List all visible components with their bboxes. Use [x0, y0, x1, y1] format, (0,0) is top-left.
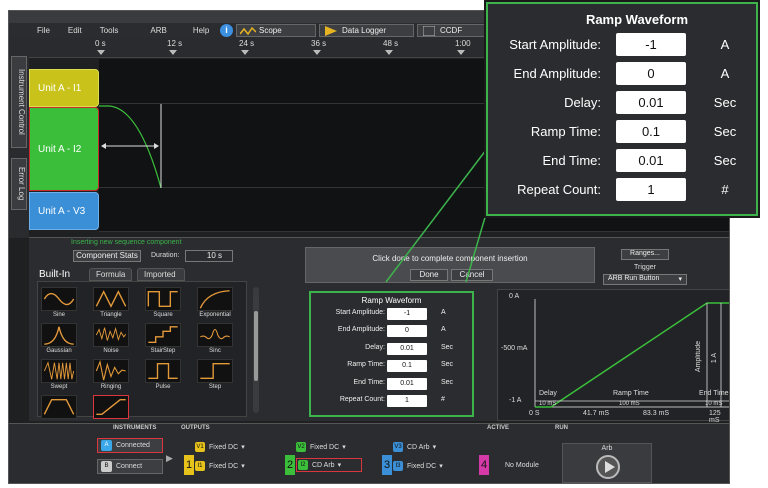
ramp-waveform-callout: Ramp Waveform Start Amplitude: -1 A End Am… — [486, 2, 758, 216]
callout-ramp-time[interactable]: 0.1 — [616, 120, 686, 143]
callout-row-endtime: End Time: 0.01 Sec — [488, 147, 756, 175]
callout-row-repeat: Repeat Count: 1 # — [488, 176, 756, 204]
callout-unit: Sec — [713, 124, 737, 139]
connector-line-top — [385, 149, 487, 283]
callout-label: Repeat Count: — [517, 182, 601, 197]
callout-label: End Time: — [542, 153, 601, 168]
callout-end-time[interactable]: 0.01 — [616, 149, 686, 172]
callout-label: End Amplitude: — [513, 66, 601, 81]
callout-unit: # — [721, 182, 729, 197]
callout-title: Ramp Waveform — [585, 12, 689, 27]
callout-unit: A — [720, 66, 730, 81]
callout-row-start: Start Amplitude: -1 A — [488, 31, 756, 59]
callout-unit: A — [720, 37, 730, 52]
callout-row-end: End Amplitude: 0 A — [488, 60, 756, 88]
callout-label: Start Amplitude: — [509, 37, 601, 52]
callout-row-ramptime: Ramp Time: 0.1 Sec — [488, 118, 756, 146]
callout-unit: Sec — [713, 95, 737, 110]
callout-end-amplitude[interactable]: 0 — [616, 62, 686, 85]
callout-start-amplitude[interactable]: -1 — [616, 33, 686, 56]
connector-line-bottom — [465, 213, 487, 283]
callout-delay[interactable]: 0.01 — [616, 91, 686, 114]
callout-label: Delay: — [564, 95, 601, 110]
callout-row-delay: Delay: 0.01 Sec — [488, 89, 756, 117]
callout-unit: Sec — [713, 153, 737, 168]
callout-label: Ramp Time: — [530, 124, 601, 139]
app-root: File Edit Tools ARB Help i Scope Data Lo… — [0, 0, 768, 488]
callout-repeat-count[interactable]: 1 — [616, 178, 686, 201]
